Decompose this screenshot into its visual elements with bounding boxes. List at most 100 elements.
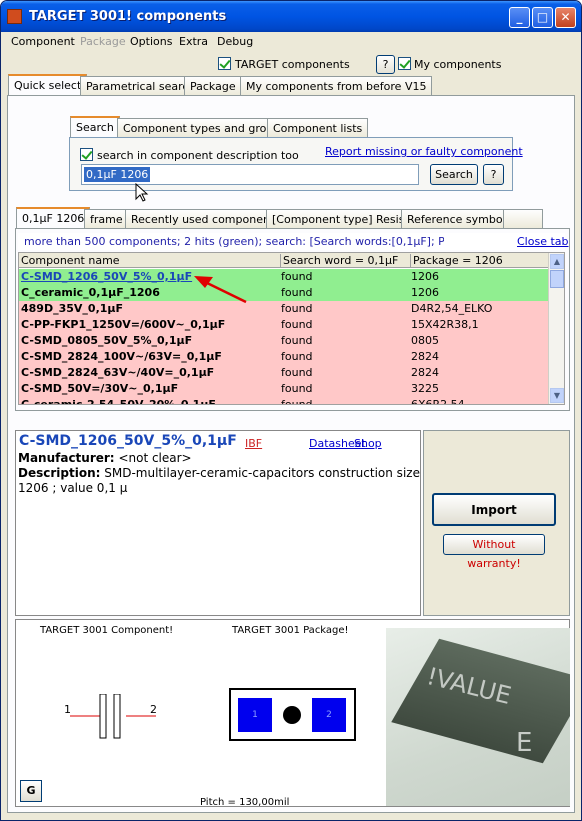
tab-recently-used[interactable]: Recently used components (125, 209, 286, 229)
search-input[interactable]: 0,1µF 1206 (81, 164, 419, 185)
description-text-1: SMD-multilayer-ceramic-capacitors constr… (104, 466, 420, 480)
pitch-label: Pitch = 130,00mil (200, 797, 290, 808)
tab-empty[interactable] (503, 209, 543, 229)
menu-package[interactable]: Package (80, 35, 126, 48)
scroll-thumb[interactable] (550, 270, 564, 288)
search-description-checkbox[interactable] (80, 148, 93, 161)
row-package: 1206 (411, 286, 439, 299)
table-row[interactable]: C-ceramic-2,54_50V_20%_0,1µF found 6X6R2,5… (19, 397, 549, 405)
column-package[interactable]: Package = 1206 (411, 254, 549, 268)
tab-my-components-v15[interactable]: My components from before V15 (240, 76, 433, 96)
without-warranty-button[interactable]: Without warranty! (443, 534, 545, 570)
close-button[interactable]: ✕ (555, 7, 576, 28)
scroll-down-icon[interactable]: ▼ (550, 388, 564, 403)
menu-component[interactable]: Component (11, 35, 75, 48)
row-package: 15X42R38,1 (411, 318, 479, 331)
tab-quick-select[interactable]: Quick select (8, 74, 88, 96)
tab-component-types[interactable]: Component types and groups (117, 118, 293, 138)
maximize-button[interactable]: □ (532, 7, 553, 28)
pad-1: 1 (238, 698, 272, 732)
row-package: 3225 (411, 382, 439, 395)
pin-1-label: 1 (64, 703, 71, 716)
row-package: 2824 (411, 366, 439, 379)
capacitor-symbol-icon (70, 694, 156, 739)
table-row[interactable]: C-SMD_1206_50V_5%_0,1µF found 1206 (19, 269, 549, 285)
table-row[interactable]: C-SMD_2824_100V~/63V=_0,1µF found 2824 (19, 349, 549, 365)
table-row[interactable]: C_ceramic_0,1µF_1206 found 1206 (19, 285, 549, 301)
row-search-status: found (281, 334, 313, 347)
search-button[interactable]: Search (430, 164, 478, 185)
red-arrow-icon (194, 276, 247, 304)
menu-bar: Component Package Options Extra Debug (5, 33, 579, 52)
row-search-status: found (281, 318, 313, 331)
tab-reference-symbols[interactable]: Reference symbols (401, 209, 518, 229)
report-missing-link[interactable]: Report missing or faulty component (325, 145, 523, 158)
pad-2: 2 (312, 698, 346, 732)
menu-debug[interactable]: Debug (217, 35, 253, 48)
close-tab-link[interactable]: Close tab (517, 235, 569, 248)
component-preview-title: TARGET 3001 Component! (40, 625, 174, 636)
description-line: Description: SMD-multilayer-ceramic-capa… (18, 466, 420, 480)
window-title: TARGET 3001! components (29, 9, 227, 24)
results-scrollbar[interactable]: ▲ ▼ (548, 253, 564, 404)
ibf-link[interactable]: IBF (245, 437, 262, 450)
description-text-2: 1206 ; value 0,1 µ (18, 481, 128, 495)
row-package: 6X6R2,54 (411, 398, 465, 405)
row-component-name: C-ceramic-2,54_50V_20%_0,1µF (21, 398, 216, 405)
description-label: Description: (18, 466, 101, 480)
mouse-cursor-icon (135, 183, 149, 202)
render-value-text-2: E (516, 728, 533, 758)
tab-package[interactable]: Package (184, 76, 242, 96)
row-component-name: C-SMD_2824_100V~/63V=_0,1µF (21, 350, 222, 363)
results-grid[interactable]: Component name Search word = 0,1µF Packa… (18, 252, 565, 405)
row-component-name: C-SMD_1206_50V_5%_0,1µF (21, 270, 193, 283)
component-title: C-SMD_1206_50V_5%_0,1µF (19, 433, 237, 449)
scroll-up-icon[interactable]: ▲ (550, 254, 564, 269)
row-component-name: C-SMD_50V=/30V~_0,1µF (21, 382, 179, 395)
search-input-value: 0,1µF 1206 (84, 167, 151, 182)
row-package: 1206 (411, 270, 439, 283)
tab-search[interactable]: Search (70, 116, 120, 138)
title-bar[interactable]: TARGET 3001! components _ □ ✕ (1, 1, 581, 32)
menu-extra[interactable]: Extra (179, 35, 208, 48)
shop-link[interactable]: Shop (354, 437, 382, 450)
table-row[interactable]: C-SMD_50V=/30V~_0,1µF found 3225 (19, 381, 549, 397)
import-component-button[interactable]: Import component (432, 493, 556, 548)
target-components-checkbox[interactable] (218, 57, 231, 70)
my-components-label: My components (414, 58, 502, 71)
table-row[interactable]: C-SMD_0805_50V_5%_0,1µF found 0805 (19, 333, 549, 349)
menu-options[interactable]: Options (130, 35, 172, 48)
table-row[interactable]: C-PP-FKP1_1250V=/600V~_0,1µF found 15X42R3… (19, 317, 549, 333)
g-button[interactable]: G (20, 780, 42, 802)
minimize-button[interactable]: _ (509, 7, 530, 28)
row-package: 2824 (411, 350, 439, 363)
manufacturer-value: <not clear> (118, 451, 192, 465)
row-package: D4R2,54_ELKO (411, 302, 493, 315)
tab-result-search[interactable]: 0,1µF 1206 (16, 207, 91, 229)
search-description-label: search in component description too (97, 149, 299, 162)
table-row[interactable]: C-SMD_2824_63V~/40V=_0,1µF found 2824 (19, 365, 549, 381)
manufacturer-line: Manufacturer: <not clear> (18, 451, 192, 465)
pin-2-label: 2 (150, 703, 157, 716)
row-component-name: C-SMD_0805_50V_5%_0,1µF (21, 334, 193, 347)
row-component-name: 489D_35V_0,1µF (21, 302, 124, 315)
results-summary-bar: more than 500 components; 2 hits (green)… (18, 233, 569, 250)
row-search-status: found (281, 382, 313, 395)
row-search-status: found (281, 286, 313, 299)
manufacturer-label: Manufacturer: (18, 451, 115, 465)
search-help-button[interactable]: ? (483, 164, 504, 185)
row-package: 0805 (411, 334, 439, 347)
row-component-name: C-SMD_2824_63V~/40V=_0,1µF (21, 366, 215, 379)
column-component-name[interactable]: Component name (19, 254, 281, 268)
3d-package-render[interactable]: !VALUE E (386, 628, 570, 806)
components-window: TARGET 3001! components _ □ ✕ Component … (0, 0, 582, 821)
tab-result-frame[interactable]: frame (84, 209, 129, 229)
row-search-status: found (281, 350, 313, 363)
column-search-word[interactable]: Search word = 0,1µF (281, 254, 411, 268)
origin-dot (283, 706, 301, 724)
row-search-status: found (281, 270, 313, 283)
help-button[interactable]: ? (376, 55, 395, 74)
my-components-checkbox[interactable] (398, 57, 411, 70)
table-row[interactable]: 489D_35V_0,1µF found D4R2,54_ELKO (19, 301, 549, 317)
tab-component-lists[interactable]: Component lists (267, 118, 369, 138)
